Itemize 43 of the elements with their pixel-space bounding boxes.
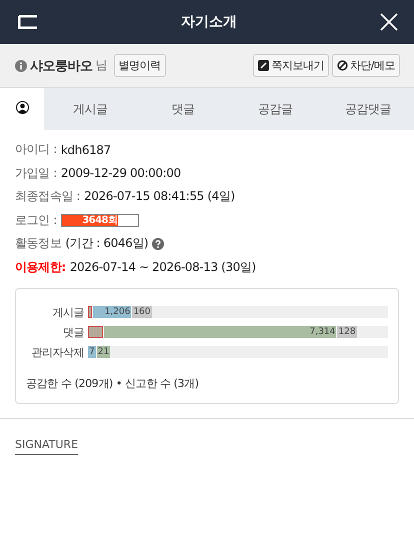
bar-segment: 160 — [132, 306, 152, 318]
activity-label: 댓글 — [62, 324, 84, 340]
info-label: 활동정보 — [15, 235, 62, 252]
signature-heading: SIGNATURE — [15, 438, 78, 455]
login-count: 3648회 — [81, 214, 119, 226]
window-title: 자기소개 — [181, 13, 237, 31]
info-label: 아이디 : — [15, 141, 57, 158]
bar-segment — [88, 306, 92, 318]
info-label: 로그인 : — [15, 212, 57, 229]
help-icon[interactable] — [152, 238, 164, 250]
bar-segment — [88, 326, 103, 338]
info-value: kdh6187 — [60, 142, 111, 157]
user-icon — [16, 101, 28, 114]
info-value: 2026-07-15 08:41:55 (4일) — [84, 188, 235, 206]
close-icon[interactable] — [380, 13, 398, 31]
send-message-button[interactable]: 쪽지보내기 — [253, 54, 329, 77]
back-icon[interactable] — [18, 15, 38, 29]
info-value: 2026-07-14 ~ 2026-08-13 (30일) — [70, 258, 256, 276]
info-icon[interactable] — [15, 60, 27, 72]
bar-segment: 1,206 — [93, 306, 132, 318]
tab[interactable] — [0, 88, 44, 130]
info-label: 최종접속일 : — [15, 188, 80, 206]
activity-summary: 공감한 수 (209개) • 신고한 수 (3개) — [26, 376, 200, 391]
bar-segment: 7 — [88, 346, 96, 358]
bar-segment: 7,314 — [104, 326, 336, 338]
nickname-history-button[interactable]: 별명이력 — [114, 54, 166, 77]
nickname: 샤오룽바오 — [30, 58, 92, 74]
tab[interactable]: 공감글 — [229, 88, 322, 130]
block-icon — [336, 60, 348, 71]
pencil-icon — [258, 60, 270, 71]
activity-label: 게시글 — [52, 304, 84, 320]
bar-segment: 128 — [337, 326, 357, 338]
info-label: 이용제한: — [15, 258, 66, 276]
honorific: 님 — [96, 57, 108, 74]
activity-label: 관리자삭제 — [30, 344, 84, 360]
tab[interactable]: 댓글 — [136, 88, 229, 130]
bar-segment: 21 — [96, 346, 110, 358]
info-value: 2009-12-29 00:00:00 — [60, 166, 181, 180]
tab[interactable]: 게시글 — [44, 88, 136, 130]
block-memo-button[interactable]: 차단/메모 — [332, 54, 400, 77]
info-value: (기간 : 6046일) — [65, 235, 148, 252]
tab[interactable]: 공감댓글 — [322, 88, 414, 130]
info-label: 가입일 : — [15, 164, 57, 182]
